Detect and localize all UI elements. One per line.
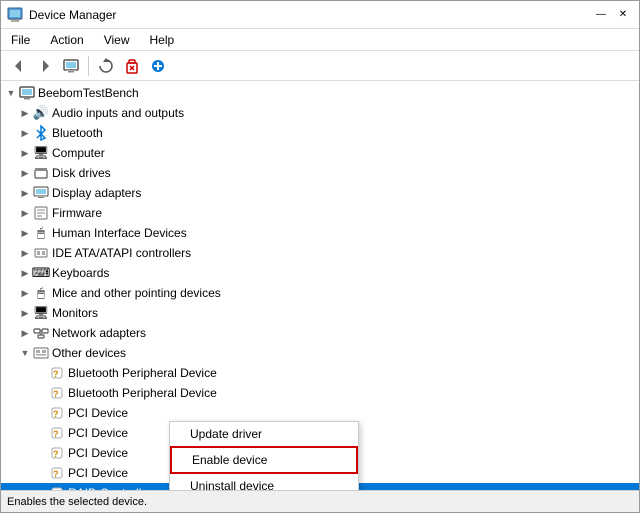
computer-button[interactable] (59, 54, 83, 78)
list-item[interactable]: ▶ Disk drives (1, 163, 639, 183)
list-item[interactable]: ▶ Firmware (1, 203, 639, 223)
root-label: BeebomTestBench (38, 86, 139, 100)
svg-text:?: ? (53, 469, 59, 479)
menu-view[interactable]: View (100, 31, 134, 49)
item-label: Bluetooth Peripheral Device (68, 386, 217, 400)
list-item[interactable]: ▶ 🔊 Audio inputs and outputs (1, 103, 639, 123)
list-item[interactable]: ▶ 🖱 Human Interface Devices (1, 223, 639, 243)
svg-text:?: ? (53, 409, 59, 419)
item-label: Monitors (52, 306, 98, 320)
list-item[interactable]: ▶ ⌨ Keyboards (1, 263, 639, 283)
list-item[interactable]: ▶ Display adapters (1, 183, 639, 203)
list-item[interactable]: ▶ ? PCI Device (1, 403, 639, 423)
delete-button[interactable] (120, 54, 144, 78)
list-item[interactable]: ▼ Other devices (1, 343, 639, 363)
list-item[interactable]: ▶ Network adapters (1, 323, 639, 343)
item-label: PCI Device (68, 406, 128, 420)
back-button[interactable] (7, 54, 31, 78)
item-label: PCI Device (68, 426, 128, 440)
item-label: Other devices (52, 346, 126, 360)
title-bar: Device Manager — ✕ (1, 1, 639, 29)
list-item[interactable]: ▶ 🖱 Mice and other pointing devices (1, 283, 639, 303)
context-menu-update-driver[interactable]: Update driver (170, 422, 358, 446)
device-manager-window: Device Manager — ✕ File Action View Help (0, 0, 640, 513)
list-item[interactable]: ▶ ? Bluetooth Peripheral Device (1, 383, 639, 403)
item-label: Network adapters (52, 326, 146, 340)
item-label: Human Interface Devices (52, 226, 187, 240)
item-label: PCI Device (68, 446, 128, 460)
status-bar: Enables the selected device. (1, 490, 639, 512)
list-item[interactable]: ▶ IDE ATA/ATAPI controllers (1, 243, 639, 263)
list-item[interactable]: ▶ Bluetooth (1, 123, 639, 143)
refresh-button[interactable] (94, 54, 118, 78)
item-label: Mice and other pointing devices (52, 286, 221, 300)
menu-bar: File Action View Help (1, 29, 639, 51)
minimize-button[interactable]: — (591, 5, 611, 25)
expander[interactable]: ▶ (17, 105, 33, 121)
item-label: Display adapters (52, 186, 141, 200)
svg-text:?: ? (53, 489, 59, 490)
item-label: IDE ATA/ATAPI controllers (52, 246, 191, 260)
toolbar (1, 51, 639, 81)
forward-button[interactable] (33, 54, 57, 78)
item-label: Bluetooth (52, 126, 103, 140)
svg-text:?: ? (53, 389, 59, 399)
tree-root[interactable]: ▼ BeebomTestBench (1, 83, 639, 103)
title-icon (7, 7, 23, 23)
context-menu: Update driver Enable device Uninstall de… (169, 421, 359, 490)
list-item[interactable]: ▶ ? Bluetooth Peripheral Device (1, 363, 639, 383)
menu-help[interactable]: Help (146, 31, 179, 49)
svg-text:?: ? (53, 429, 59, 439)
item-label: Keyboards (52, 266, 109, 280)
add-button[interactable] (146, 54, 170, 78)
context-menu-uninstall-device[interactable]: Uninstall device (170, 474, 358, 490)
root-icon (19, 85, 35, 101)
item-label: Computer (52, 146, 105, 160)
svg-text:?: ? (53, 449, 59, 459)
item-label: RAID Controller (68, 486, 152, 490)
item-label: Firmware (52, 206, 102, 220)
context-menu-enable-device[interactable]: Enable device (170, 446, 358, 474)
list-item[interactable]: ▶ 🖥 Monitors (1, 303, 639, 323)
window-title: Device Manager (29, 8, 116, 22)
item-label: Disk drives (52, 166, 111, 180)
menu-action[interactable]: Action (46, 31, 87, 49)
svg-text:?: ? (53, 369, 59, 379)
menu-file[interactable]: File (7, 31, 34, 49)
status-text: Enables the selected device. (7, 496, 147, 508)
close-button[interactable]: ✕ (613, 5, 633, 25)
item-label: Audio inputs and outputs (52, 106, 184, 120)
main-content: ▼ BeebomTestBench ▶ 🔊 Audio inputs and o… (1, 81, 639, 490)
item-label: Bluetooth Peripheral Device (68, 366, 217, 380)
list-item[interactable]: ▶ 🖥 Computer (1, 143, 639, 163)
item-label: PCI Device (68, 466, 128, 480)
root-expander[interactable]: ▼ (3, 85, 19, 101)
toolbar-separator (88, 56, 89, 76)
